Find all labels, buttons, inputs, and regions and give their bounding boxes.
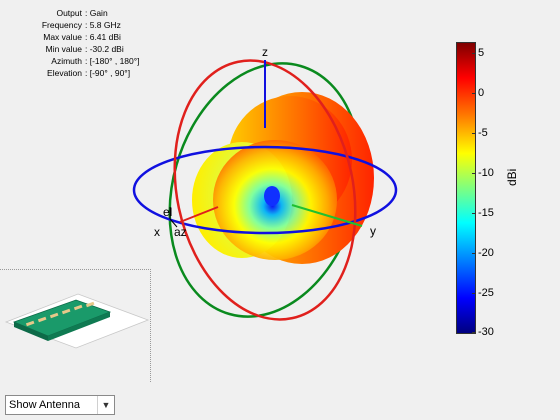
colorbar-tick-label: -25 <box>478 286 494 299</box>
colorbar-tick-mark <box>472 332 476 334</box>
gain-lobe <box>192 92 374 264</box>
dropdown-value: Show Antenna <box>9 399 80 411</box>
colorbar-tick-mark <box>472 212 476 214</box>
antenna-view-panel <box>0 269 151 382</box>
colorbar-tick-label: -15 <box>478 206 494 219</box>
colorbar-tick-mark <box>472 172 476 174</box>
colorbar-tick-mark <box>472 53 476 55</box>
colorbar-tick-mark <box>472 292 476 294</box>
colorbar-tick-label: -30 <box>478 326 494 339</box>
colorbar-tick-mark <box>472 252 476 254</box>
colorbar-tick-mark <box>472 93 476 95</box>
colorbar-tick-label: -5 <box>478 127 488 139</box>
chevron-down-icon[interactable]: ▼ <box>97 396 114 414</box>
axis-label-z: z <box>262 45 268 59</box>
colorbar-tick-label: 0 <box>478 87 485 100</box>
colorbar-label: dBi <box>505 168 519 186</box>
triad-label-el: el <box>163 205 172 219</box>
colorbar-tick-label: -20 <box>478 246 494 259</box>
colorbar-tick-label: 5 <box>478 47 485 60</box>
colorbar <box>456 42 476 334</box>
colorbar-tick-label: -10 <box>478 166 494 179</box>
axis-label-y: y <box>370 224 376 238</box>
antenna-view-dropdown[interactable]: Show Antenna ▼ <box>5 395 115 415</box>
axis-label-x: x <box>154 225 160 239</box>
antenna-thumbnail[interactable] <box>0 270 150 382</box>
colorbar-tick-mark <box>472 133 476 134</box>
triad-label-az: az <box>174 225 187 239</box>
